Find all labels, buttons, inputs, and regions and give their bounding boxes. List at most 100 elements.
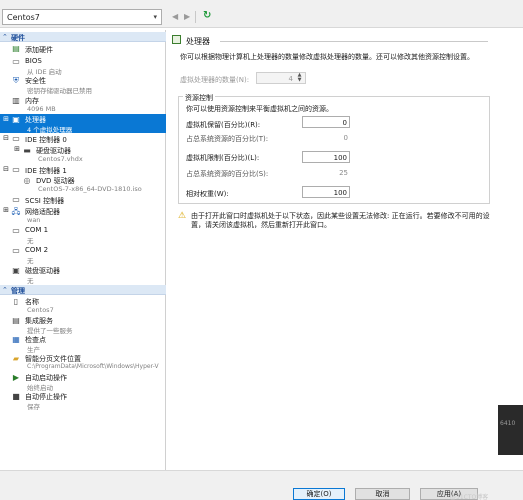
limit-total-label: 占总系统资源的百分比(S): xyxy=(186,170,269,178)
processor-description: 你可以根据物理计算机上处理器的数量修改虚拟处理器的数量。还可以修改其他资源控制设… xyxy=(180,53,474,61)
toolbar-divider xyxy=(195,11,196,23)
chevron-down-icon: ▾ xyxy=(153,13,157,21)
folder-icon: ▰ xyxy=(12,354,20,363)
hardware-section-label: 硬件 xyxy=(11,34,25,42)
background-window-edge xyxy=(498,405,523,455)
network-adapter-icon: 🖧 xyxy=(11,207,21,216)
management-section-header[interactable]: ⌃ 管理 xyxy=(0,285,166,295)
com-port-icon: ▭ xyxy=(12,226,20,235)
resource-control-desc: 你可以使用资源控制来平衡虚拟机之间的资源。 xyxy=(186,105,333,113)
sidebar-item-label: BIOS xyxy=(25,57,42,65)
hardware-section-header[interactable]: ⌃ 硬件 xyxy=(0,32,166,42)
sidebar-item-sub: 4096 MB xyxy=(27,105,56,113)
ide-controller-icon: ▭ xyxy=(12,134,20,143)
sidebar-item-dvd-drive[interactable]: ◎ DVD 驱动器 CentOS-7-x86_64-DVD-1810.iso xyxy=(0,175,166,193)
name-icon: ▯ xyxy=(13,297,19,306)
sidebar-item-sub: wan xyxy=(27,216,41,224)
vm-selector-value: Centos7 xyxy=(7,13,40,22)
vproc-count-spinner[interactable]: 4 ▲ ▼ xyxy=(256,72,306,84)
limit-value: 100 xyxy=(333,154,347,162)
cancel-button[interactable]: 取消 xyxy=(355,488,410,500)
watermark: @51CTO博客 xyxy=(450,494,489,500)
sidebar-item-sub: 无 xyxy=(27,257,34,265)
checkpoint-icon: ▦ xyxy=(12,335,20,344)
sidebar-item-add-hardware[interactable]: ▤ 添加硬件 xyxy=(0,43,166,55)
reserve-total-label: 占总系统资源的百分比(T): xyxy=(186,135,269,143)
integration-services-icon: ▤ xyxy=(12,316,20,325)
sidebar-item-integration-services[interactable]: ▤ 集成服务 提供了一些服务 xyxy=(0,315,166,335)
sidebar-item-security[interactable]: ⛨ 安全性 密钥存储驱动器已禁用 xyxy=(0,75,166,95)
scsi-controller-icon: ▭ xyxy=(12,195,20,204)
sidebar-item-ide-0[interactable]: ⊟ ▭ IDE 控制器 0 xyxy=(0,134,166,144)
resource-control-title: 资源控制 xyxy=(183,93,215,103)
shield-icon: ⛨ xyxy=(13,76,19,85)
reserve-value: 0 xyxy=(342,119,347,127)
sidebar-item-sub: 密钥存储驱动器已禁用 xyxy=(27,87,92,95)
sidebar-item-sub: 保存 xyxy=(27,403,40,411)
auto-stop-icon: ■ xyxy=(12,392,20,401)
sidebar-item-sub: Centos7.vhdx xyxy=(38,155,83,163)
sidebar-item-sub: 4 个虚拟处理器 xyxy=(27,126,73,134)
expand-icon[interactable]: ⊞ xyxy=(13,145,21,153)
sidebar-item-sub: 无 xyxy=(27,237,34,245)
sidebar-item-floppy-drive[interactable]: ▣ 磁盘驱动器 无 xyxy=(0,265,166,285)
spinner-arrows-icon[interactable]: ▲ ▼ xyxy=(295,73,304,83)
add-hardware-icon: ▤ xyxy=(12,44,20,53)
sidebar-item-smart-paging[interactable]: ▰ 智能分页文件位置 C:\ProgramData\Microsoft\Wind… xyxy=(0,353,166,371)
sidebar-item-sub: Centos7 xyxy=(27,306,54,314)
panel-title-rule xyxy=(220,41,488,42)
sidebar-item-sub: CentOS-7-x86_64-DVD-1810.iso xyxy=(38,185,142,193)
processor-icon: ▣ xyxy=(12,115,20,124)
right-margin xyxy=(495,30,523,470)
sidebar-item-ide-1[interactable]: ⊟ ▭ IDE 控制器 1 xyxy=(0,165,166,175)
sidebar-item-bios[interactable]: ▭ BIOS 从 IDE 启动 xyxy=(0,56,166,76)
expand-icon[interactable]: ⊞ xyxy=(2,206,10,214)
collapse-icon[interactable]: ⊟ xyxy=(2,165,10,173)
corner-label: 6410 xyxy=(500,420,516,427)
sidebar-item-label: 添加硬件 xyxy=(25,46,53,54)
vproc-count-value: 4 xyxy=(288,75,293,83)
sidebar-item-auto-stop[interactable]: ■ 自动停止操作 保存 xyxy=(0,391,166,411)
running-state-warning: 由于打开此窗口时虚拟机处于以下状态，因此某些设置无法修改: 正在运行。若要修改不… xyxy=(191,212,490,229)
panel-title: 处理器 xyxy=(186,37,210,46)
sidebar-item-label: COM 1 xyxy=(25,226,49,234)
dvd-icon: ◎ xyxy=(23,176,31,185)
vproc-count-label: 虚拟处理器的数量(N): xyxy=(180,76,250,84)
expand-icon[interactable]: ⊞ xyxy=(2,115,10,123)
hard-drive-icon: ▬ xyxy=(23,146,31,155)
sidebar-item-hard-drive[interactable]: ⊞ ▬ 硬盘驱动器 Centos7.vhdx xyxy=(0,145,166,163)
ok-button[interactable]: 确定(O) xyxy=(293,488,345,500)
limit-total-value: 25 xyxy=(339,169,348,177)
back-arrow-icon[interactable]: ◀ xyxy=(172,12,178,21)
sidebar-item-label: COM 2 xyxy=(25,246,49,254)
processor-icon xyxy=(172,35,181,44)
auto-start-icon: ▶ xyxy=(12,373,20,382)
sidebar-item-processor[interactable]: ⊞ ▣ 处理器 4 个虚拟处理器 xyxy=(0,114,166,134)
vm-selector-dropdown[interactable]: Centos7 ▾ xyxy=(2,9,162,25)
limit-label: 虚拟机限制(百分比)(L): xyxy=(186,154,260,162)
sidebar-item-name[interactable]: ▯ 名称 Centos7 xyxy=(0,296,166,314)
sidebar-item-scsi[interactable]: ▭ SCSI 控制器 xyxy=(0,195,166,205)
forward-arrow-icon[interactable]: ▶ xyxy=(184,12,190,21)
sidebar-item-network-adapter[interactable]: ⊞ 🖧 网络适配器 wan xyxy=(0,206,166,224)
bios-icon: ▭ xyxy=(12,57,20,66)
collapse-icon[interactable]: ⊟ xyxy=(2,134,10,142)
sidebar-item-checkpoints[interactable]: ▦ 检查点 生产 xyxy=(0,334,166,354)
sidebar-item-com1[interactable]: ▭ COM 1 无 xyxy=(0,225,166,245)
sidebar-item-label: IDE 控制器 0 xyxy=(25,136,67,144)
com-port-icon: ▭ xyxy=(12,246,20,255)
refresh-icon[interactable]: ↻ xyxy=(203,10,211,21)
sidebar-item-com2[interactable]: ▭ COM 2 无 xyxy=(0,245,166,265)
floppy-icon: ▣ xyxy=(12,266,20,275)
weight-label: 相对权重(W): xyxy=(186,190,229,198)
sidebar-item-memory[interactable]: ▥ 内存 4096 MB xyxy=(0,95,166,113)
memory-icon: ▥ xyxy=(12,96,20,105)
sidebar-item-label: SCSI 控制器 xyxy=(25,197,65,205)
sidebar-item-auto-start[interactable]: ▶ 自动启动操作 始终启动 xyxy=(0,372,166,392)
reserve-spinner[interactable]: 0 xyxy=(302,116,350,128)
reserve-label: 虚拟机保留(百分比)(R): xyxy=(186,121,261,129)
weight-spinner[interactable]: 100 xyxy=(302,186,350,198)
reserve-total-value: 0 xyxy=(343,134,348,142)
warning-icon: ⚠ xyxy=(178,211,187,221)
limit-spinner[interactable]: 100 xyxy=(302,151,350,163)
